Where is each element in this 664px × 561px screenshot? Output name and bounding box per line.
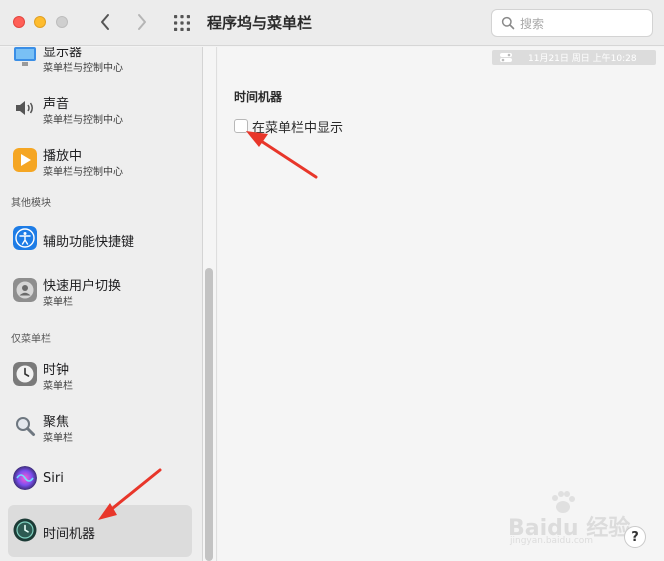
sidebar-item-time-machine[interactable]: 时间机器 [8,505,192,557]
chevron-right-icon [138,14,146,30]
help-button[interactable]: ? [624,526,646,548]
sound-icon [13,96,37,120]
sidebar-item-siri[interactable]: Siri [8,453,192,505]
close-window-button[interactable] [13,16,25,28]
main-panel: 11月21日 周日 上午10:28 时间机器 在菜单栏中显示 [218,47,664,561]
display-icon [13,47,37,68]
sidebar-item-now-playing[interactable]: 播放中 菜单栏与控制中心 [8,135,192,187]
sidebar: 显示器 菜单栏与控制中心 声音 菜单栏与控制中心 播放中 菜单栏与控制中心 其他… [0,47,202,561]
chevron-left-icon [101,14,109,30]
sidebar-item-clock[interactable]: 时钟 菜单栏 [8,349,192,401]
time-machine-icon [13,518,37,542]
zoom-window-button[interactable] [56,16,68,28]
search-field[interactable] [491,9,653,37]
minimize-window-button[interactable] [34,16,46,28]
show-in-menubar-row[interactable]: 在菜单栏中显示 [234,117,343,136]
control-center-icon [500,53,512,62]
now-playing-icon [13,148,37,172]
sidebar-item-accessibility-shortcut[interactable]: 辅助功能快捷键 [8,213,192,265]
title-bar: 程序坞与菜单栏 [0,0,664,46]
menubar-preview: 11月21日 周日 上午10:28 [492,50,656,65]
section-header-other: 其他模块 [11,198,51,209]
show-in-menubar-checkbox[interactable] [234,119,248,133]
siri-icon [13,466,37,490]
accessibility-icon [13,226,37,250]
section-title: 时间机器 [234,90,283,104]
sidebar-item-fast-user-switching[interactable]: 快速用户切换 菜单栏 [8,265,192,317]
spotlight-icon [13,414,37,438]
section-header-menubar-only: 仅菜单栏 [11,334,51,345]
back-button[interactable] [94,10,116,34]
forward-button[interactable] [131,10,153,34]
show-all-button[interactable] [172,13,192,33]
search-icon [501,16,515,30]
search-input[interactable] [520,14,645,33]
menubar-clock: 11月21日 周日 上午10:28 [528,54,637,64]
show-in-menubar-label[interactable]: 在菜单栏中显示 [252,117,343,136]
user-switch-icon [13,278,37,302]
sidebar-scrollbar-thumb[interactable] [205,268,213,561]
watermark: Baidu 经验 jingyan.baidu.com [508,490,630,548]
watermark-url: jingyan.baidu.com [510,536,594,546]
sidebar-item-sound[interactable]: 声音 菜单栏与控制中心 [8,83,192,135]
clock-icon [13,362,37,386]
sidebar-item-spotlight[interactable]: 聚焦 菜单栏 [8,401,192,453]
window-title: 程序坞与菜单栏 [207,14,313,32]
grid-icon [174,15,190,31]
sidebar-item-display[interactable]: 显示器 菜单栏与控制中心 [8,47,192,83]
